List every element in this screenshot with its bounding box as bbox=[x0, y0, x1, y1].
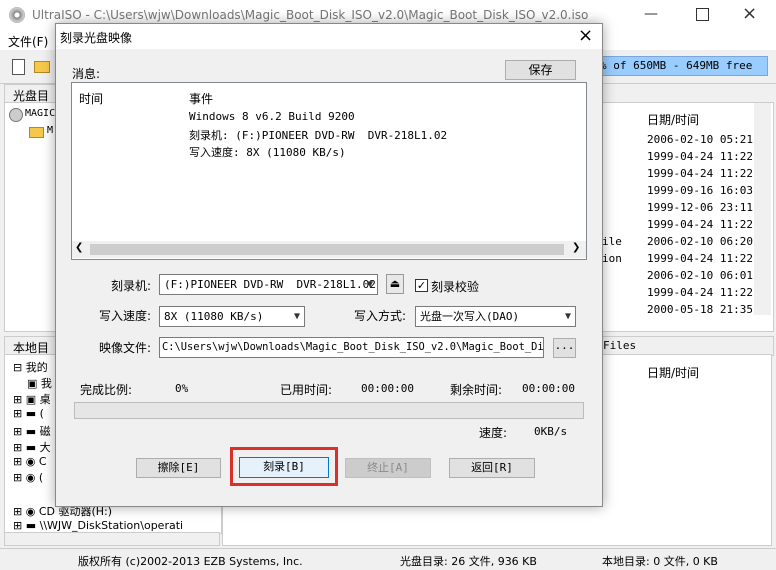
scroll-thumb[interactable] bbox=[90, 244, 564, 255]
rate-value: 0KB/s bbox=[534, 425, 568, 438]
menu-file[interactable]: 文件(F) bbox=[8, 33, 48, 50]
recorder-label: 刻录机: bbox=[111, 279, 152, 293]
new-icon[interactable] bbox=[12, 59, 25, 75]
app-icon bbox=[9, 7, 25, 23]
elapsed-value: 00:00:00 bbox=[361, 382, 414, 395]
local-files-header: Files bbox=[600, 336, 774, 356]
log-line: Windows 8 v6.2 Build 9200 bbox=[189, 110, 355, 123]
date-cell: 2006-02-10 06:20 bbox=[647, 235, 753, 248]
local-date-header[interactable]: 日期/时间 bbox=[647, 364, 699, 381]
date-cell: 1999-04-24 11:22 bbox=[647, 218, 753, 231]
local-tree-item[interactable]: ⊞ ◉ ( bbox=[13, 471, 43, 487]
main-window-title: UltraISO - C:\Users\wjw\Downloads\Magic_… bbox=[32, 8, 589, 22]
scroll-right-icon[interactable]: ❯ bbox=[572, 242, 580, 253]
dialog-title-bar: 刻录光盘映像 × bbox=[56, 24, 602, 49]
date-cell: 1999-09-16 16:03 bbox=[647, 184, 753, 197]
folder-icon bbox=[29, 127, 44, 138]
browse-button[interactable]: ... bbox=[553, 338, 576, 358]
chevron-down-icon: ▼ bbox=[366, 279, 373, 290]
recorder-select[interactable]: (F:)PIONEER DVD-RW DVR-218L1.02 ▼ bbox=[159, 274, 378, 295]
status-local: 本地目录: 0 文件, 0 KB bbox=[602, 555, 718, 568]
status-copyright: 版权所有 (c)2002-2013 EZB Systems, Inc. bbox=[78, 555, 303, 568]
mode-select[interactable]: 光盘一次写入(DAO) ▼ bbox=[415, 306, 576, 327]
date-cell: 1999-04-24 11:22 bbox=[647, 167, 753, 180]
date-cell: 1999-12-06 23:11 bbox=[647, 201, 753, 214]
mode-label: 写入方式: bbox=[354, 309, 407, 323]
log-col-event[interactable]: 事件 bbox=[189, 90, 213, 107]
close-window-button[interactable]: × bbox=[742, 3, 757, 24]
dialog-title: 刻录光盘映像 bbox=[60, 31, 133, 45]
status-iso: 光盘目录: 26 文件, 936 KB bbox=[400, 555, 537, 568]
messages-label: 消息: bbox=[72, 67, 101, 81]
verify-checkbox[interactable]: ✓ bbox=[415, 279, 428, 292]
speed-select[interactable]: 8X (11080 KB/s) ▼ bbox=[159, 306, 305, 327]
eject-icon[interactable]: ⏏ bbox=[386, 274, 404, 294]
file-name-fragment: ion bbox=[602, 252, 622, 265]
iso-panel-header: 光盘目录 bbox=[4, 84, 58, 120]
open-folder-icon[interactable] bbox=[34, 61, 50, 73]
stop-button[interactable]: 终止[A] bbox=[345, 458, 431, 478]
dialog-close-button[interactable]: × bbox=[578, 25, 593, 46]
rate-label: 速度: bbox=[479, 426, 508, 440]
capacity-text: % of 650MB - 649MB free bbox=[600, 59, 753, 72]
scroll-left-icon[interactable]: ❮ bbox=[75, 242, 83, 253]
local-tree-item[interactable]: ⊞ ▣ 桌 bbox=[13, 391, 51, 407]
date-cell: 2006-02-10 06:01 bbox=[647, 269, 753, 282]
elapsed-label: 已用时间: bbox=[280, 383, 333, 397]
back-button[interactable]: 返回[R] bbox=[449, 458, 535, 478]
date-cell: 2000-05-18 21:35 bbox=[647, 303, 753, 315]
chevron-down-icon: ▼ bbox=[564, 311, 571, 322]
date-cell: 1999-04-24 11:22 bbox=[647, 150, 753, 163]
iso-tree-child[interactable]: M bbox=[47, 125, 53, 136]
log-hscroll[interactable]: ❮ ❯ bbox=[72, 241, 586, 258]
log-line: 写入速度: 8X (11080 KB/s) bbox=[189, 146, 346, 159]
save-button[interactable]: 保存 bbox=[505, 60, 576, 80]
minimize-button[interactable]: — bbox=[644, 6, 658, 22]
local-tree-item[interactable]: ⊞ ▬ 磁 bbox=[13, 423, 51, 439]
local-tree-item[interactable]: ⊞ ◉ C bbox=[13, 455, 47, 471]
speed-label: 写入速度: bbox=[99, 309, 152, 323]
progress-label: 完成比例: bbox=[80, 383, 133, 397]
iso-tree-pane: MAGIC M bbox=[4, 102, 58, 332]
progress-bar bbox=[74, 402, 584, 419]
progress-value: 0% bbox=[175, 382, 189, 395]
local-tree-item[interactable]: ▣ 我 bbox=[27, 375, 52, 391]
local-tree-item[interactable]: ⊞ ▬ ( bbox=[13, 407, 44, 423]
date-cell: 1999-04-24 11:22 bbox=[647, 286, 753, 299]
local-tree-item[interactable]: ⊟ 我的 bbox=[13, 359, 48, 375]
maximize-button[interactable] bbox=[696, 8, 709, 21]
remaining-label: 剩余时间: bbox=[450, 383, 503, 397]
burn-button[interactable]: 刻录[B] bbox=[239, 457, 329, 478]
verify-label[interactable]: 刻录校验 bbox=[431, 278, 479, 295]
file-name-fragment: ile bbox=[602, 235, 622, 248]
burn-dialog: 刻录光盘映像 × 消息: 保存 时间 事件 Windows 8 v6.2 Bui… bbox=[55, 23, 603, 507]
chevron-down-icon: ▼ bbox=[293, 311, 300, 322]
log-col-time[interactable]: 时间 bbox=[79, 90, 103, 107]
date-cell: 2006-02-10 05:21 bbox=[647, 133, 753, 146]
log-line: 刻录机: (F:)PIONEER DVD-RW DVR-218L1.02 bbox=[189, 129, 448, 142]
local-panel-header: 本地目 bbox=[4, 336, 58, 356]
local-tree-item[interactable]: ⊞ ▬ 大 bbox=[13, 439, 51, 455]
status-bar: 版权所有 (c)2002-2013 EZB Systems, Inc. 光盘目录… bbox=[0, 548, 776, 570]
image-label: 映像文件: bbox=[99, 341, 152, 355]
iso-date-header[interactable]: 日期/时间 bbox=[647, 111, 699, 128]
iso-tree-root[interactable]: MAGIC bbox=[25, 108, 55, 119]
date-cell: 1999-04-24 11:22 bbox=[647, 252, 753, 265]
iso-scrollbar[interactable] bbox=[754, 103, 771, 315]
capacity-bar: % of 650MB - 649MB free bbox=[596, 56, 768, 76]
local-files-label: Files bbox=[603, 339, 637, 352]
image-path-field[interactable]: C:\Users\wjw\Downloads\Magic_Boot_Disk_I… bbox=[159, 337, 544, 358]
erase-button[interactable]: 擦除[E] bbox=[136, 458, 221, 478]
local-tree-hscroll[interactable] bbox=[4, 532, 220, 546]
remaining-value: 00:00:00 bbox=[522, 382, 575, 395]
message-log: 时间 事件 Windows 8 v6.2 Build 9200 刻录机: (F:… bbox=[71, 82, 587, 260]
cd-icon bbox=[9, 108, 23, 122]
